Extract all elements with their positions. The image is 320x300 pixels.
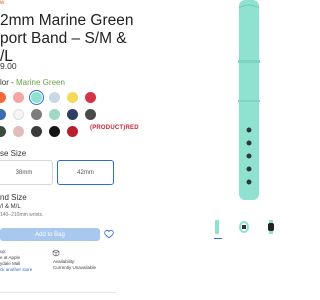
case-size-42mm-button[interactable]: 42mm <box>57 160 114 185</box>
color-swatch-dark-gray[interactable] <box>85 109 96 120</box>
color-swatch-charcoal[interactable] <box>31 126 42 137</box>
case-size-38mm-button[interactable]: 38mm <box>0 160 53 185</box>
band-size-label: nd Size <box>0 193 27 202</box>
color-swatch-mint[interactable] <box>49 109 60 120</box>
box-icon <box>52 249 60 257</box>
band-side-thumbnail[interactable] <box>239 220 249 234</box>
color-label: lor - Marine Green <box>0 78 65 87</box>
availability-info: Availability: Currently Unavailable <box>53 259 115 271</box>
color-swatch-red[interactable] <box>85 92 96 103</box>
color-swatch-yellow[interactable] <box>67 92 78 103</box>
product-title: 2mm Marine Green port Band – S/M & /L <box>0 12 134 65</box>
product-price: 9.00 <box>0 61 17 71</box>
band-size-value: /I & M/L <box>0 204 21 210</box>
band-watch-thumbnail[interactable] <box>266 220 276 234</box>
color-swatch-product-red[interactable] <box>67 126 78 137</box>
color-swatch-marine-green[interactable] <box>31 92 42 103</box>
color-swatch-blush[interactable] <box>13 126 24 137</box>
new-badge: w <box>0 0 5 6</box>
color-swatch-orange[interactable] <box>0 92 6 103</box>
color-label-text: lor - <box>0 78 16 87</box>
band-front-thumbnail[interactable] <box>212 220 222 234</box>
color-swatch-navy[interactable] <box>67 109 78 120</box>
band-fit-note: 140–210mm wrists. <box>0 212 44 218</box>
color-swatch-pink[interactable] <box>13 92 24 103</box>
availability-status: Currently Unavailable <box>53 265 97 270</box>
color-swatch-gray[interactable] <box>31 109 42 120</box>
divider <box>0 292 116 293</box>
heart-icon[interactable] <box>104 228 114 240</box>
band-product-image <box>238 0 260 200</box>
color-swatch-black[interactable] <box>49 126 60 137</box>
check-another-store-link[interactable]: ck another store <box>0 267 60 273</box>
color-swatch-blue[interactable] <box>0 109 6 120</box>
active-thumbnail-indicator <box>214 238 222 239</box>
add-to-bag-button[interactable]: Add to Bag <box>0 228 100 241</box>
color-swatch-light-blue[interactable] <box>49 92 60 103</box>
color-swatch-dark-green[interactable] <box>0 126 6 137</box>
product-red-label[interactable]: (PRODUCT)RED <box>90 125 139 131</box>
color-swatch-white[interactable] <box>13 109 24 120</box>
case-size-label: se Size <box>0 149 27 158</box>
pickup-info: up: e at Apple ydale Mall ck another sto… <box>0 249 60 273</box>
color-selected-value: Marine Green <box>16 78 65 87</box>
